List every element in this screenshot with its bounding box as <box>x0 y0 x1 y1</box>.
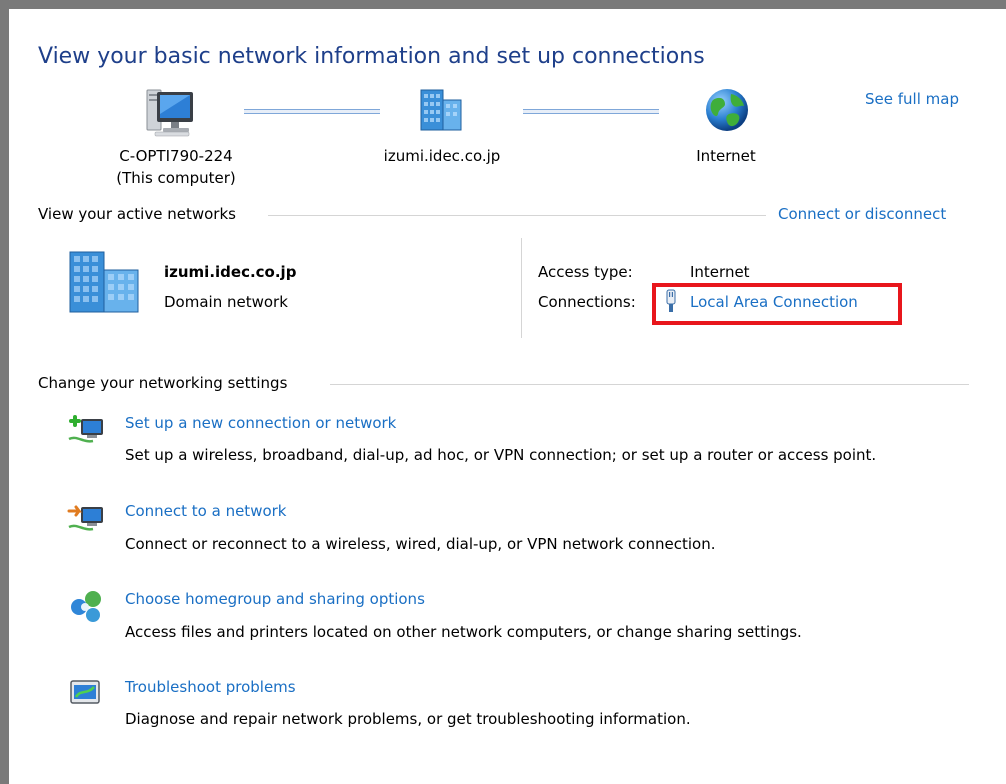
connection-line-computer-domain <box>244 109 380 114</box>
see-full-map-link[interactable]: See full map <box>865 90 959 108</box>
globe-icon <box>703 86 751 138</box>
network-category-link[interactable]: Domain network <box>164 293 288 311</box>
section-divider <box>268 215 766 216</box>
networking-settings-heading: Change your networking settings <box>38 374 288 392</box>
connect-disconnect-link[interactable]: Connect or disconnect <box>778 205 946 223</box>
new-connection-icon <box>67 411 107 451</box>
section-divider <box>330 384 969 385</box>
access-type-value: Internet <box>690 263 750 281</box>
active-networks-heading: View your active networks <box>38 205 236 223</box>
homegroup-link[interactable]: Choose homegroup and sharing options <box>125 590 425 608</box>
computer-node-label[interactable]: C-OPTI790-224 (This computer) <box>101 145 251 189</box>
homegroup-icon <box>67 587 107 627</box>
computer-name: C-OPTI790-224 <box>119 147 233 165</box>
domain-node-label[interactable]: izumi.idec.co.jp <box>372 145 512 167</box>
troubleshoot-description: Diagnose and repair network problems, or… <box>125 710 691 728</box>
connections-label: Connections: <box>538 293 636 311</box>
connect-network-link[interactable]: Connect to a network <box>125 502 287 520</box>
troubleshoot-link[interactable]: Troubleshoot problems <box>125 678 296 696</box>
computer-monitor-icon <box>145 88 197 142</box>
connection-line-domain-internet <box>523 109 659 114</box>
troubleshoot-icon <box>67 675 107 715</box>
connect-network-description: Connect or reconnect to a wireless, wire… <box>125 535 716 553</box>
setup-connection-link[interactable]: Set up a new connection or network <box>125 414 396 432</box>
network-building-icon <box>68 248 146 318</box>
computer-subtitle: (This computer) <box>116 169 236 187</box>
highlight-box <box>652 283 902 325</box>
network-name: izumi.idec.co.jp <box>164 263 297 281</box>
access-type-label: Access type: <box>538 263 633 281</box>
network-panel-divider <box>521 238 522 338</box>
setup-connection-description: Set up a wireless, broadband, dial-up, a… <box>125 446 877 464</box>
page-title: View your basic network information and … <box>38 44 705 69</box>
domain-building-icon <box>419 86 465 136</box>
homegroup-description: Access files and printers located on oth… <box>125 623 802 641</box>
connect-network-icon <box>67 499 107 539</box>
internet-node-label[interactable]: Internet <box>676 145 776 167</box>
